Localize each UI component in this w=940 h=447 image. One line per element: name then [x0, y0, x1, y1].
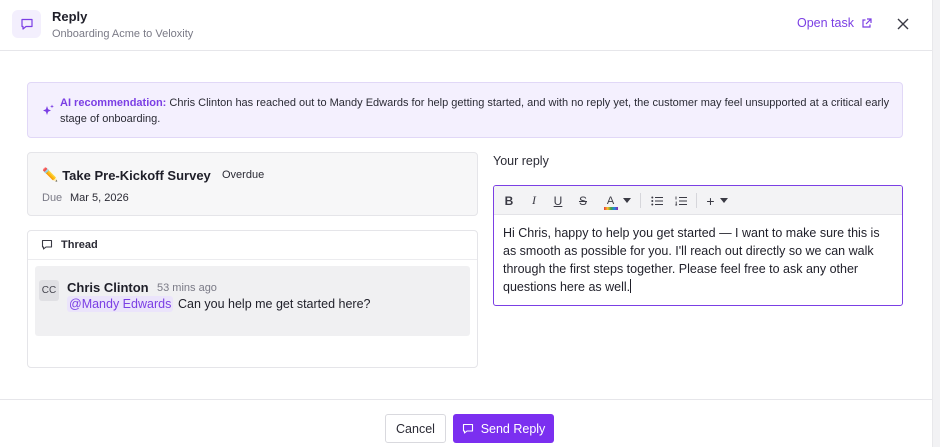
open-task-link[interactable]: Open task [797, 16, 872, 30]
open-task-label: Open task [797, 16, 854, 30]
task-title-row: ✏️ Take Pre-Kickoff Survey [42, 167, 211, 183]
comment-icon [41, 239, 53, 250]
thread-header: Thread [28, 231, 477, 260]
reply-editor[interactable]: B I U S A + Hi Chris, happy to help you … [493, 185, 903, 306]
cancel-button[interactable]: Cancel [385, 414, 446, 443]
chevron-down-icon [622, 198, 631, 203]
modal-subtitle: Onboarding Acme to Veloxity [52, 28, 194, 40]
bullet-list-icon [651, 196, 663, 205]
numbered-list-icon [675, 196, 687, 205]
ai-recommendation-text: AI recommendation: Chris Clinton has rea… [60, 95, 890, 127]
ai-recommendation-body: Chris Clinton has reached out to Mandy E… [60, 97, 890, 125]
reply-icon [462, 423, 473, 434]
close-button[interactable] [893, 14, 913, 34]
underline-button[interactable]: U [552, 192, 564, 209]
send-reply-button[interactable]: Send Reply [453, 414, 554, 443]
reply-label: Your reply [493, 154, 549, 168]
message-author: Chris Clinton [67, 280, 149, 295]
reply-text[interactable]: Hi Chris, happy to help you get started … [503, 224, 895, 296]
sparkle-icon [43, 104, 54, 115]
pencil-icon: ✏️ [42, 167, 59, 182]
bullet-list-button[interactable] [650, 192, 664, 209]
thread-message: CC Chris Clinton 53 mins ago @Mandy Edwa… [35, 266, 470, 336]
due-date: Mar 5, 2026 [70, 192, 129, 204]
italic-button[interactable]: I [528, 192, 540, 209]
message-text: Can you help me get started here? [178, 297, 371, 311]
avatar: CC [39, 280, 59, 301]
ai-recommendation-banner: AI recommendation: Chris Clinton has rea… [27, 82, 903, 138]
reply-chat-icon [12, 10, 41, 38]
chevron-down-icon [719, 198, 728, 203]
status-badge: Overdue [222, 169, 265, 181]
modal-header: Reply Onboarding Acme to Veloxity Open t… [0, 0, 932, 51]
text-color-letter: A [606, 194, 615, 207]
external-link-icon [862, 17, 872, 28]
text-color-button[interactable]: A [601, 192, 633, 210]
close-icon [897, 18, 909, 30]
text-color-icon: A [603, 194, 618, 210]
toolbar-divider [640, 193, 641, 208]
task-title: Take Pre-Kickoff Survey [62, 167, 211, 183]
task-card: ✏️ Take Pre-Kickoff Survey Overdue Due M… [27, 152, 478, 216]
user-mention[interactable]: @Mandy Edwards [67, 296, 174, 312]
message-timestamp: 53 mins ago [157, 282, 217, 294]
thread-panel: Thread CC Chris Clinton 53 mins ago @Man… [27, 230, 478, 368]
plus-icon: + [706, 192, 715, 209]
strikethrough-button[interactable]: S [577, 192, 589, 209]
bold-button[interactable]: B [503, 192, 515, 209]
toolbar-divider [696, 193, 697, 208]
thread-header-label: Thread [61, 239, 98, 251]
text-cursor [630, 279, 632, 293]
modal-footer: Cancel Send Reply [0, 399, 932, 447]
insert-button[interactable]: + [704, 192, 730, 209]
scrollbar[interactable] [932, 0, 940, 447]
due-label: Due [42, 192, 63, 204]
reply-text-content: Hi Chris, happy to help you get started … [503, 226, 880, 294]
numbered-list-button[interactable] [674, 192, 688, 209]
send-reply-label: Send Reply [480, 421, 546, 436]
modal-title: Reply [52, 9, 88, 24]
editor-toolbar: B I U S A + [494, 186, 902, 215]
ai-recommendation-label: AI recommendation: [60, 97, 167, 109]
